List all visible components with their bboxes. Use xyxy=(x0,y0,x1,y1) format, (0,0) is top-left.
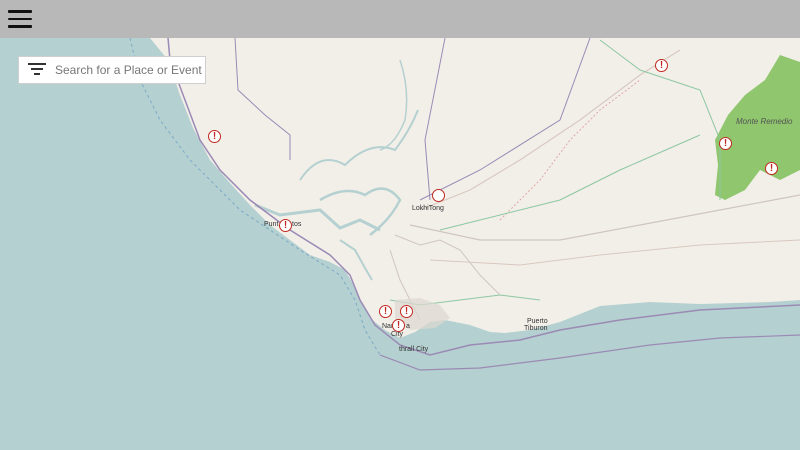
hamburger-menu-icon[interactable] xyxy=(8,10,32,28)
event-marker[interactable]: ! xyxy=(765,162,778,175)
event-marker[interactable]: ! xyxy=(379,305,392,318)
place-label-nar-suffix: a xyxy=(406,323,410,330)
event-marker[interactable]: ! xyxy=(208,130,221,143)
place-marker[interactable] xyxy=(432,189,445,202)
place-label-tiburon: Tiburon xyxy=(524,325,548,332)
event-marker[interactable]: ! xyxy=(392,319,405,332)
map-canvas[interactable] xyxy=(0,38,800,450)
place-label-puerto: Puerto xyxy=(527,318,548,325)
place-label-monte-remedio: Monte Remedio xyxy=(736,117,793,126)
filter-icon[interactable] xyxy=(27,63,47,77)
place-label-city: City xyxy=(391,331,404,338)
event-marker[interactable]: ! xyxy=(655,59,668,72)
event-marker[interactable]: ! xyxy=(719,137,732,150)
event-marker[interactable]: ! xyxy=(279,219,292,232)
place-label-lokhitong: LokhiTong xyxy=(412,205,444,212)
event-marker[interactable]: ! xyxy=(400,305,413,318)
place-label-thrall-city: thrall City xyxy=(399,346,429,353)
top-app-bar xyxy=(0,0,800,38)
search-input[interactable] xyxy=(55,63,205,77)
search-bar[interactable] xyxy=(18,56,206,84)
